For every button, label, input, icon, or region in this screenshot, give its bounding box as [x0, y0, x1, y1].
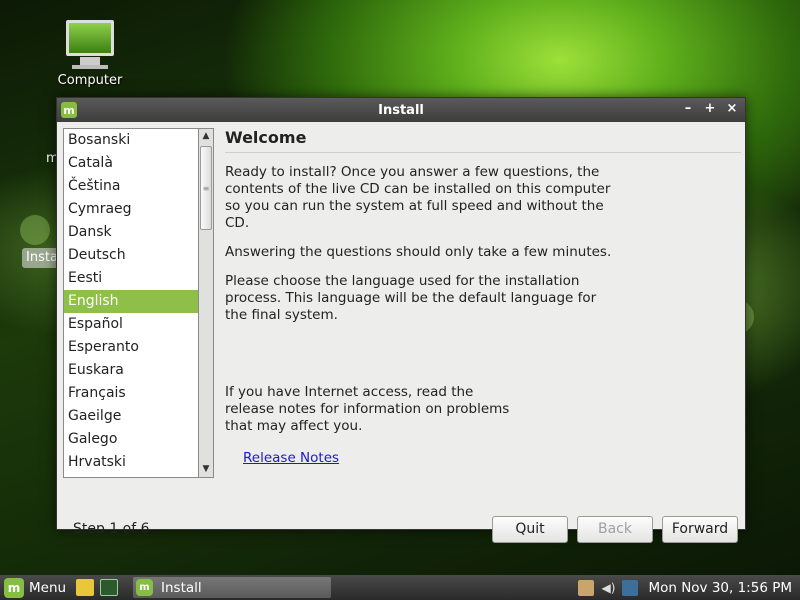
- language-list[interactable]: Bosanski Català Čeština Cymraeg Dansk Deutsch…: [63, 128, 199, 478]
- language-list-item[interactable]: Français: [64, 382, 198, 405]
- intro-paragraph: Ready to install? Once you answer a few …: [225, 164, 611, 231]
- language-list-item[interactable]: Eesti: [64, 267, 198, 290]
- forward-button[interactable]: Forward: [662, 516, 738, 543]
- language-list-item[interactable]: Esperanto: [64, 336, 198, 359]
- mint-logo-icon: m: [4, 578, 24, 598]
- install-window: m Install – + × Bosanski Català Čeština Cym…: [56, 97, 746, 543]
- back-button[interactable]: Back: [577, 516, 653, 543]
- taskbar-item-label: Install: [161, 579, 202, 596]
- minimize-button[interactable]: –: [681, 101, 695, 117]
- clock[interactable]: Mon Nov 30, 1:56 PM: [648, 580, 792, 596]
- language-list-item[interactable]: Cymraeg: [64, 198, 198, 221]
- language-list-item[interactable]: Euskara: [64, 359, 198, 382]
- maximize-button[interactable]: +: [703, 101, 717, 117]
- language-list-item[interactable]: Bosanski: [64, 129, 198, 152]
- taskbar: m Menu m Install ◀) Mon Nov 30, 1:56 PM: [0, 575, 800, 600]
- text-editor-launcher-icon[interactable]: [76, 579, 94, 596]
- language-list-item[interactable]: Gaeilge: [64, 405, 198, 428]
- language-list-item[interactable]: Hrvatski: [64, 451, 198, 474]
- release-notes-link[interactable]: Release Notes: [243, 450, 339, 466]
- menu-button[interactable]: m Menu: [4, 578, 66, 598]
- language-list-item[interactable]: Català: [64, 152, 198, 175]
- network-icon[interactable]: [622, 579, 639, 596]
- language-list-item[interactable]: English: [64, 290, 198, 313]
- window-content: Bosanski Català Čeština Cymraeg Dansk Deutsch…: [57, 122, 745, 543]
- language-list-item[interactable]: Deutsch: [64, 244, 198, 267]
- system-tray: ◀) Mon Nov 30, 1:56 PM: [578, 575, 800, 600]
- language-list-item[interactable]: Galego: [64, 428, 198, 451]
- internet-paragraph: If you have Internet access, read the re…: [225, 384, 510, 434]
- menu-label: Menu: [29, 580, 67, 596]
- step-indicator: Step 1 of 6: [73, 521, 150, 537]
- lock-icon[interactable]: [578, 579, 595, 596]
- language-list-item[interactable]: Čeština: [64, 175, 198, 198]
- duration-paragraph: Answering the questions should only take…: [225, 244, 612, 260]
- language-list-scrollbar[interactable]: ▲ ≡ ▼: [199, 128, 214, 478]
- computer-icon: [66, 20, 114, 56]
- scroll-thumb[interactable]: ≡: [200, 146, 212, 230]
- computer-icon-label: Computer: [57, 73, 123, 88]
- scroll-down-arrow-icon[interactable]: ▼: [199, 462, 213, 477]
- close-button[interactable]: ×: [725, 101, 739, 117]
- welcome-panel: Welcome Ready to install? Once you answe…: [225, 128, 741, 478]
- volume-icon[interactable]: ◀): [600, 580, 616, 596]
- scroll-up-arrow-icon[interactable]: ▲: [199, 129, 213, 144]
- language-list-item[interactable]: Español: [64, 313, 198, 336]
- taskbar-item-install[interactable]: m Install: [133, 577, 331, 598]
- language-list-item[interactable]: Dansk: [64, 221, 198, 244]
- window-title: Install: [378, 102, 424, 118]
- mint-app-icon: m: [136, 579, 153, 596]
- language-paragraph: Please choose the language used for the …: [225, 273, 597, 323]
- computer-desktop-icon[interactable]: Computer: [52, 20, 128, 88]
- page-title: Welcome: [225, 128, 741, 153]
- window-titlebar[interactable]: m Install – + ×: [57, 98, 745, 122]
- terminal-launcher-icon[interactable]: [100, 579, 118, 596]
- quit-button[interactable]: Quit: [492, 516, 568, 543]
- bokeh-light: [20, 215, 50, 245]
